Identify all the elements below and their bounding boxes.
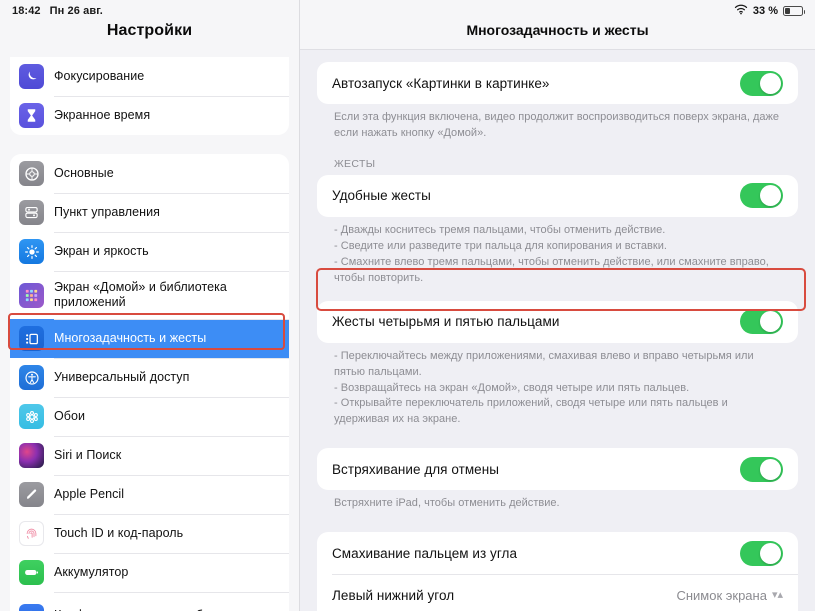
footnote-line: - Возвращайтесь на экран «Домой», сводя … bbox=[334, 381, 690, 394]
sidebar-item-label: Аккумулятор bbox=[54, 564, 129, 579]
four-five-finger-gestures-label: Жесты четырьмя и пятью пальцами bbox=[332, 314, 560, 330]
sidebar-item-wallpaper[interactable]: Обои bbox=[10, 397, 289, 436]
status-date: Пн 26 авг. bbox=[49, 5, 103, 17]
settings-detail-panel: 33 % Многозадачность и жесты Автозапуск … bbox=[300, 0, 815, 611]
pip-toggle[interactable] bbox=[740, 70, 783, 96]
sidebar-item-label: Фокусирование bbox=[54, 68, 145, 83]
sidebar-item-label: Touch ID и код-пароль bbox=[54, 525, 184, 540]
sidebar-item-label: Многозадачность и жесты bbox=[54, 330, 207, 345]
pencil-icon bbox=[19, 482, 44, 507]
shake-to-undo-footnote: Встряхните iPad, чтобы отменить действие… bbox=[334, 497, 560, 510]
corner-swipe-toggle[interactable] bbox=[740, 540, 783, 566]
sidebar-item-general[interactable]: Основные bbox=[10, 154, 289, 193]
battery-percent-label: 33 % bbox=[752, 5, 778, 17]
sidebar-group-2: Основные Пункт управления Экран и яркост… bbox=[10, 154, 289, 611]
pip-row[interactable]: Автозапуск «Картинки в картинке» bbox=[317, 62, 798, 104]
control-center-icon bbox=[19, 200, 44, 225]
footnote-line: - Переключайтесь между приложениями, сма… bbox=[334, 349, 754, 378]
sidebar-item-label: Siri и Поиск bbox=[54, 447, 122, 462]
sidebar-item-label: Экранное время bbox=[54, 107, 151, 122]
multitasking-icon bbox=[19, 326, 44, 351]
footnote-line: - Дважды коснитесь тремя пальцами, чтобы… bbox=[334, 223, 666, 236]
sidebar-item-focus[interactable]: Фокусирование bbox=[10, 57, 289, 96]
sidebar-item-label: Apple Pencil bbox=[54, 486, 125, 501]
pip-label: Автозапуск «Картинки в картинке» bbox=[332, 75, 550, 91]
bottom-left-corner-value-group[interactable]: Снимок экрана ▾▴ bbox=[676, 588, 783, 603]
bottom-left-corner-label: Левый нижний угол bbox=[332, 587, 455, 603]
ipad-settings-screen: 18:42 Пн 26 авг. Настройки Фокусирование… bbox=[0, 0, 815, 611]
battery-icon bbox=[783, 6, 805, 16]
footnote-line: - Открывайте переключатель приложений, с… bbox=[334, 397, 728, 426]
hand-privacy-icon bbox=[19, 603, 44, 611]
gestures-section-header: ЖЕСТЫ bbox=[334, 157, 376, 170]
shake-to-undo-label: Встряхивание для отмены bbox=[332, 461, 499, 477]
sidebar-item-label: Экран «Домой» и библиотека приложений bbox=[54, 279, 227, 309]
wifi-icon bbox=[734, 4, 748, 18]
convenient-gestures-label: Удобные жесты bbox=[332, 188, 431, 204]
pip-footnote: Если эта функция включена, видео продолж… bbox=[334, 111, 780, 139]
convenient-gestures-toggle[interactable] bbox=[740, 183, 783, 209]
sidebar-group-1: Фокусирование Экранное время bbox=[10, 57, 289, 135]
sidebar-item-control-center[interactable]: Пункт управления bbox=[10, 193, 289, 232]
sidebar-item-battery[interactable]: Аккумулятор bbox=[10, 553, 289, 592]
status-time: 18:42 bbox=[12, 5, 41, 17]
shake-to-undo-row[interactable]: Встряхивание для отмены bbox=[317, 448, 798, 490]
page-title: Многозадачность и жесты bbox=[300, 22, 815, 50]
brightness-icon bbox=[19, 239, 44, 264]
chevron-updown-icon: ▾▴ bbox=[771, 588, 783, 601]
four-five-finger-gestures-row[interactable]: Жесты четырьмя и пятью пальцами bbox=[317, 301, 798, 343]
sidebar-item-label: Основные bbox=[54, 165, 114, 180]
gear-icon bbox=[19, 161, 44, 186]
sidebar-item-label: Пункт управления bbox=[54, 204, 160, 219]
convenient-gestures-footnote: - Дважды коснитесь тремя пальцами, чтобы… bbox=[317, 217, 798, 287]
corner-swipe-card: Смахивание пальцем из угла Левый нижний … bbox=[317, 532, 798, 611]
battery-icon bbox=[19, 560, 44, 585]
status-bar-right: 33 % bbox=[300, 0, 815, 22]
pip-card: Автозапуск «Картинки в картинке» bbox=[317, 62, 798, 104]
convenient-gestures-row[interactable]: Удобные жесты bbox=[317, 175, 798, 217]
hourglass-icon bbox=[19, 103, 44, 128]
status-bar-left: 18:42 Пн 26 авг. bbox=[0, 0, 299, 22]
sidebar-item-screen-time[interactable]: Экранное время bbox=[10, 96, 289, 135]
bottom-left-corner-row[interactable]: Левый нижний угол Снимок экрана ▾▴ bbox=[317, 574, 798, 611]
sidebar-item-siri-search[interactable]: Siri и Поиск bbox=[10, 436, 289, 475]
sidebar-item-touch-id[interactable]: Touch ID и код-пароль bbox=[10, 514, 289, 553]
convenient-gestures-card: Удобные жесты bbox=[317, 174, 798, 217]
sidebar-item-display-brightness[interactable]: Экран и яркость bbox=[10, 232, 289, 271]
home-screen-icon bbox=[19, 282, 44, 308]
sidebar-item-label: Экран и яркость bbox=[54, 243, 149, 258]
sidebar-title: Настройки bbox=[106, 22, 193, 39]
shake-to-undo-card: Встряхивание для отмены bbox=[317, 448, 798, 491]
wallpaper-icon bbox=[19, 404, 44, 429]
moon-icon bbox=[19, 64, 44, 89]
sidebar-item-accessibility[interactable]: Универсальный доступ bbox=[10, 358, 289, 397]
four-five-finger-gestures-footnote: - Переключайтесь между приложениями, сма… bbox=[317, 343, 798, 429]
bottom-left-corner-value: Снимок экрана bbox=[676, 587, 767, 603]
sidebar-item-label: Универсальный доступ bbox=[54, 369, 190, 384]
four-five-finger-gestures-card: Жесты четырьмя и пятью пальцами bbox=[317, 300, 798, 343]
footnote-line: - Смахните влево тремя пальцами, чтобы о… bbox=[334, 255, 769, 284]
footnote-line: - Сведите или разведите три пальца для к… bbox=[334, 239, 667, 252]
corner-swipe-label: Смахивание пальцем из угла bbox=[332, 545, 518, 561]
detail-scroll[interactable]: Автозапуск «Картинки в картинке» Если эт… bbox=[300, 50, 815, 611]
shake-to-undo-toggle[interactable] bbox=[740, 456, 783, 482]
sidebar-item-label: Обои bbox=[54, 408, 86, 423]
sidebar-scroll[interactable]: Фокусирование Экранное время Основные Пу… bbox=[0, 57, 299, 611]
sidebar-item-apple-pencil[interactable]: Apple Pencil bbox=[10, 475, 289, 514]
accessibility-icon bbox=[19, 365, 44, 390]
siri-icon bbox=[19, 443, 44, 468]
sidebar-item-home-screen[interactable]: Экран «Домой» и библиотека приложений bbox=[10, 271, 289, 319]
sidebar-item-multitasking[interactable]: Многозадачность и жесты bbox=[10, 319, 289, 358]
settings-sidebar: 18:42 Пн 26 авг. Настройки Фокусирование… bbox=[0, 0, 300, 611]
corner-swipe-row[interactable]: Смахивание пальцем из угла bbox=[317, 532, 798, 574]
sidebar-item-privacy-security[interactable]: Конфиденциальность и безопасность bbox=[10, 592, 289, 611]
fingerprint-icon bbox=[19, 521, 44, 546]
four-five-finger-gestures-toggle[interactable] bbox=[740, 309, 783, 335]
